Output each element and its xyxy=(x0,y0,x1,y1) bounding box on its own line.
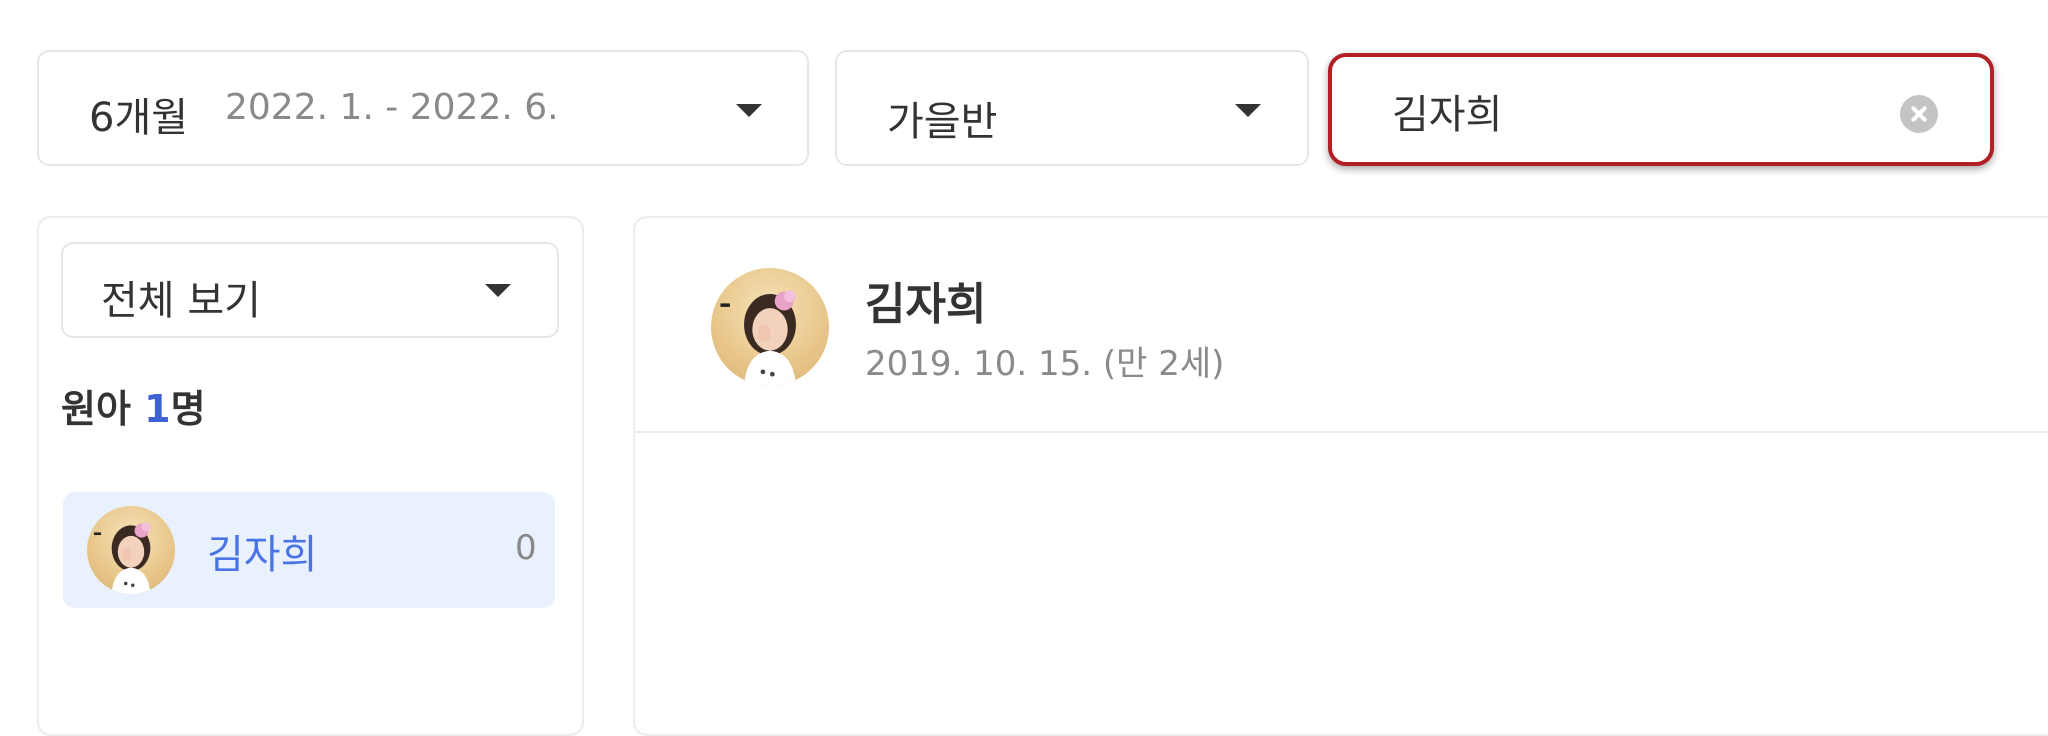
profile-avatar xyxy=(711,268,829,386)
period-range-label: 2022. 1. - 2022. 6. xyxy=(225,87,559,128)
chevron-down-icon xyxy=(736,104,762,117)
child-avatar xyxy=(87,506,175,594)
chevron-down-icon xyxy=(1235,104,1261,117)
clear-search-icon[interactable] xyxy=(1900,95,1938,133)
class-dropdown[interactable]: 가을반 xyxy=(835,50,1309,166)
view-filter-dropdown[interactable]: 전체 보기 xyxy=(61,242,559,338)
child-detail-panel: 김자희 2019. 10. 15. (만 2세) xyxy=(633,216,2048,736)
search-field[interactable] xyxy=(1328,53,1994,166)
profile-header: 김자희 2019. 10. 15. (만 2세) xyxy=(635,218,2048,433)
period-dropdown[interactable]: 6개월 2022. 1. - 2022. 6. xyxy=(37,50,809,166)
period-months-label: 6개월 xyxy=(89,95,189,141)
profile-birthdate: 2019. 10. 15. (만 2세) xyxy=(865,344,1225,384)
child-record-count: 0 xyxy=(515,528,537,568)
profile-name: 김자희 xyxy=(865,279,987,330)
child-count-number: 1 xyxy=(144,387,171,431)
view-filter-label: 전체 보기 xyxy=(101,278,261,324)
child-count-prefix: 원아 xyxy=(61,387,145,431)
chevron-down-icon xyxy=(485,284,511,297)
search-input[interactable] xyxy=(1392,83,1872,139)
child-photo-icon xyxy=(720,290,796,386)
child-count-suffix: 명 xyxy=(170,387,206,431)
child-count-heading: 원아 1명 xyxy=(61,378,206,433)
child-photo-icon xyxy=(94,522,151,594)
child-name: 김자희 xyxy=(207,532,318,578)
child-list-item[interactable]: 김자희 0 xyxy=(63,492,555,608)
class-selected-label: 가을반 xyxy=(887,99,998,145)
child-list-panel: 전체 보기 원아 1명 김자희 0 xyxy=(37,216,584,736)
